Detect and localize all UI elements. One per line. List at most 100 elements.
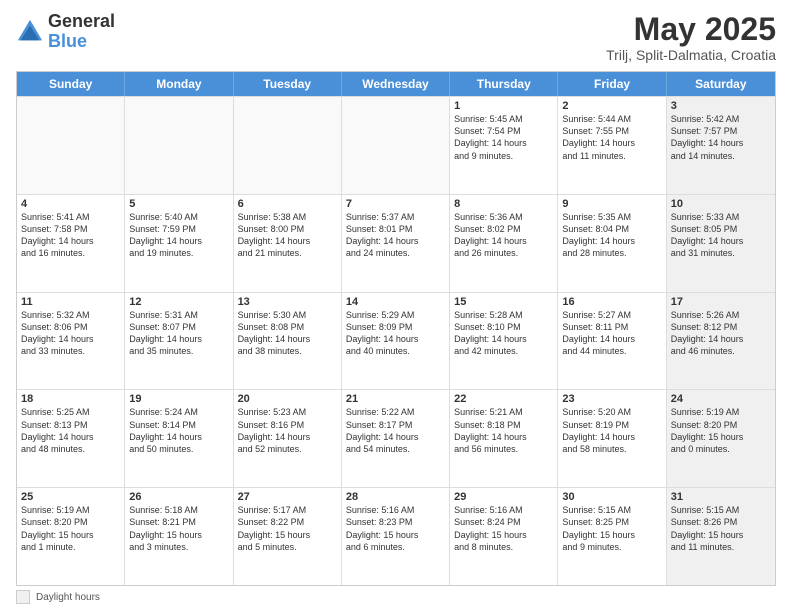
weekday-header: Tuesday [234, 72, 342, 96]
calendar-body: 1Sunrise: 5:45 AM Sunset: 7:54 PM Daylig… [17, 96, 775, 585]
logo: General Blue [16, 12, 115, 52]
cell-info: Sunrise: 5:22 AM Sunset: 8:17 PM Dayligh… [346, 406, 445, 455]
cell-info: Sunrise: 5:27 AM Sunset: 8:11 PM Dayligh… [562, 309, 661, 358]
cell-info: Sunrise: 5:30 AM Sunset: 8:08 PM Dayligh… [238, 309, 337, 358]
calendar-cell: 25Sunrise: 5:19 AM Sunset: 8:20 PM Dayli… [17, 488, 125, 585]
day-number: 24 [671, 393, 771, 405]
weekday-header: Friday [558, 72, 666, 96]
day-number: 3 [671, 100, 771, 112]
day-number: 8 [454, 198, 553, 210]
cell-info: Sunrise: 5:45 AM Sunset: 7:54 PM Dayligh… [454, 113, 553, 162]
cell-info: Sunrise: 5:31 AM Sunset: 8:07 PM Dayligh… [129, 309, 228, 358]
day-number: 22 [454, 393, 553, 405]
calendar-cell: 10Sunrise: 5:33 AM Sunset: 8:05 PM Dayli… [667, 195, 775, 292]
calendar-row: 11Sunrise: 5:32 AM Sunset: 8:06 PM Dayli… [17, 292, 775, 390]
calendar-row: 4Sunrise: 5:41 AM Sunset: 7:58 PM Daylig… [17, 194, 775, 292]
weekday-header: Thursday [450, 72, 558, 96]
cell-info: Sunrise: 5:29 AM Sunset: 8:09 PM Dayligh… [346, 309, 445, 358]
day-number: 9 [562, 198, 661, 210]
day-number: 7 [346, 198, 445, 210]
legend-label: Daylight hours [36, 592, 100, 603]
day-number: 11 [21, 296, 120, 308]
cell-info: Sunrise: 5:36 AM Sunset: 8:02 PM Dayligh… [454, 211, 553, 260]
cell-info: Sunrise: 5:42 AM Sunset: 7:57 PM Dayligh… [671, 113, 771, 162]
calendar-cell: 2Sunrise: 5:44 AM Sunset: 7:55 PM Daylig… [558, 97, 666, 194]
calendar-cell: 29Sunrise: 5:16 AM Sunset: 8:24 PM Dayli… [450, 488, 558, 585]
day-number: 13 [238, 296, 337, 308]
day-number: 5 [129, 198, 228, 210]
calendar-cell: 13Sunrise: 5:30 AM Sunset: 8:08 PM Dayli… [234, 293, 342, 390]
logo-general-text: General [48, 12, 115, 32]
weekday-header: Saturday [667, 72, 775, 96]
calendar-cell: 15Sunrise: 5:28 AM Sunset: 8:10 PM Dayli… [450, 293, 558, 390]
calendar-cell: 8Sunrise: 5:36 AM Sunset: 8:02 PM Daylig… [450, 195, 558, 292]
day-number: 4 [21, 198, 120, 210]
day-number: 29 [454, 491, 553, 503]
cell-info: Sunrise: 5:37 AM Sunset: 8:01 PM Dayligh… [346, 211, 445, 260]
cell-info: Sunrise: 5:25 AM Sunset: 8:13 PM Dayligh… [21, 406, 120, 455]
calendar-cell: 19Sunrise: 5:24 AM Sunset: 8:14 PM Dayli… [125, 390, 233, 487]
calendar-row: 25Sunrise: 5:19 AM Sunset: 8:20 PM Dayli… [17, 487, 775, 585]
calendar-cell: 30Sunrise: 5:15 AM Sunset: 8:25 PM Dayli… [558, 488, 666, 585]
header: General Blue May 2025 Trilj, Split-Dalma… [16, 12, 776, 63]
weekday-header: Wednesday [342, 72, 450, 96]
day-number: 23 [562, 393, 661, 405]
calendar-cell: 22Sunrise: 5:21 AM Sunset: 8:18 PM Dayli… [450, 390, 558, 487]
logo-icon [16, 18, 44, 46]
cell-info: Sunrise: 5:24 AM Sunset: 8:14 PM Dayligh… [129, 406, 228, 455]
cell-info: Sunrise: 5:21 AM Sunset: 8:18 PM Dayligh… [454, 406, 553, 455]
day-number: 27 [238, 491, 337, 503]
weekday-header: Sunday [17, 72, 125, 96]
main-title: May 2025 [606, 12, 776, 47]
cell-info: Sunrise: 5:16 AM Sunset: 8:23 PM Dayligh… [346, 504, 445, 553]
page: General Blue May 2025 Trilj, Split-Dalma… [0, 0, 792, 612]
day-number: 20 [238, 393, 337, 405]
title-block: May 2025 Trilj, Split-Dalmatia, Croatia [606, 12, 776, 63]
cell-info: Sunrise: 5:38 AM Sunset: 8:00 PM Dayligh… [238, 211, 337, 260]
cell-info: Sunrise: 5:19 AM Sunset: 8:20 PM Dayligh… [21, 504, 120, 553]
calendar-cell: 18Sunrise: 5:25 AM Sunset: 8:13 PM Dayli… [17, 390, 125, 487]
cell-info: Sunrise: 5:32 AM Sunset: 8:06 PM Dayligh… [21, 309, 120, 358]
calendar-cell: 5Sunrise: 5:40 AM Sunset: 7:59 PM Daylig… [125, 195, 233, 292]
calendar-cell: 28Sunrise: 5:16 AM Sunset: 8:23 PM Dayli… [342, 488, 450, 585]
calendar-cell: 12Sunrise: 5:31 AM Sunset: 8:07 PM Dayli… [125, 293, 233, 390]
calendar-cell: 14Sunrise: 5:29 AM Sunset: 8:09 PM Dayli… [342, 293, 450, 390]
legend: Daylight hours [16, 590, 776, 604]
cell-info: Sunrise: 5:33 AM Sunset: 8:05 PM Dayligh… [671, 211, 771, 260]
calendar-cell: 3Sunrise: 5:42 AM Sunset: 7:57 PM Daylig… [667, 97, 775, 194]
day-number: 31 [671, 491, 771, 503]
calendar-cell: 24Sunrise: 5:19 AM Sunset: 8:20 PM Dayli… [667, 390, 775, 487]
day-number: 10 [671, 198, 771, 210]
calendar-header: SundayMondayTuesdayWednesdayThursdayFrid… [17, 72, 775, 96]
cell-info: Sunrise: 5:20 AM Sunset: 8:19 PM Dayligh… [562, 406, 661, 455]
day-number: 15 [454, 296, 553, 308]
calendar-cell: 7Sunrise: 5:37 AM Sunset: 8:01 PM Daylig… [342, 195, 450, 292]
cell-info: Sunrise: 5:19 AM Sunset: 8:20 PM Dayligh… [671, 406, 771, 455]
calendar-row: 18Sunrise: 5:25 AM Sunset: 8:13 PM Dayli… [17, 389, 775, 487]
cell-info: Sunrise: 5:15 AM Sunset: 8:25 PM Dayligh… [562, 504, 661, 553]
calendar-cell: 4Sunrise: 5:41 AM Sunset: 7:58 PM Daylig… [17, 195, 125, 292]
calendar-cell: 16Sunrise: 5:27 AM Sunset: 8:11 PM Dayli… [558, 293, 666, 390]
day-number: 26 [129, 491, 228, 503]
cell-info: Sunrise: 5:16 AM Sunset: 8:24 PM Dayligh… [454, 504, 553, 553]
calendar-row: 1Sunrise: 5:45 AM Sunset: 7:54 PM Daylig… [17, 96, 775, 194]
calendar-cell [234, 97, 342, 194]
cell-info: Sunrise: 5:40 AM Sunset: 7:59 PM Dayligh… [129, 211, 228, 260]
day-number: 25 [21, 491, 120, 503]
calendar-cell: 11Sunrise: 5:32 AM Sunset: 8:06 PM Dayli… [17, 293, 125, 390]
calendar-cell: 31Sunrise: 5:15 AM Sunset: 8:26 PM Dayli… [667, 488, 775, 585]
cell-info: Sunrise: 5:15 AM Sunset: 8:26 PM Dayligh… [671, 504, 771, 553]
cell-info: Sunrise: 5:35 AM Sunset: 8:04 PM Dayligh… [562, 211, 661, 260]
day-number: 14 [346, 296, 445, 308]
day-number: 2 [562, 100, 661, 112]
cell-info: Sunrise: 5:23 AM Sunset: 8:16 PM Dayligh… [238, 406, 337, 455]
calendar-cell: 17Sunrise: 5:26 AM Sunset: 8:12 PM Dayli… [667, 293, 775, 390]
day-number: 17 [671, 296, 771, 308]
calendar-cell: 27Sunrise: 5:17 AM Sunset: 8:22 PM Dayli… [234, 488, 342, 585]
calendar-cell: 23Sunrise: 5:20 AM Sunset: 8:19 PM Dayli… [558, 390, 666, 487]
legend-box [16, 590, 30, 604]
calendar-cell [17, 97, 125, 194]
cell-info: Sunrise: 5:41 AM Sunset: 7:58 PM Dayligh… [21, 211, 120, 260]
cell-info: Sunrise: 5:26 AM Sunset: 8:12 PM Dayligh… [671, 309, 771, 358]
calendar-cell: 21Sunrise: 5:22 AM Sunset: 8:17 PM Dayli… [342, 390, 450, 487]
